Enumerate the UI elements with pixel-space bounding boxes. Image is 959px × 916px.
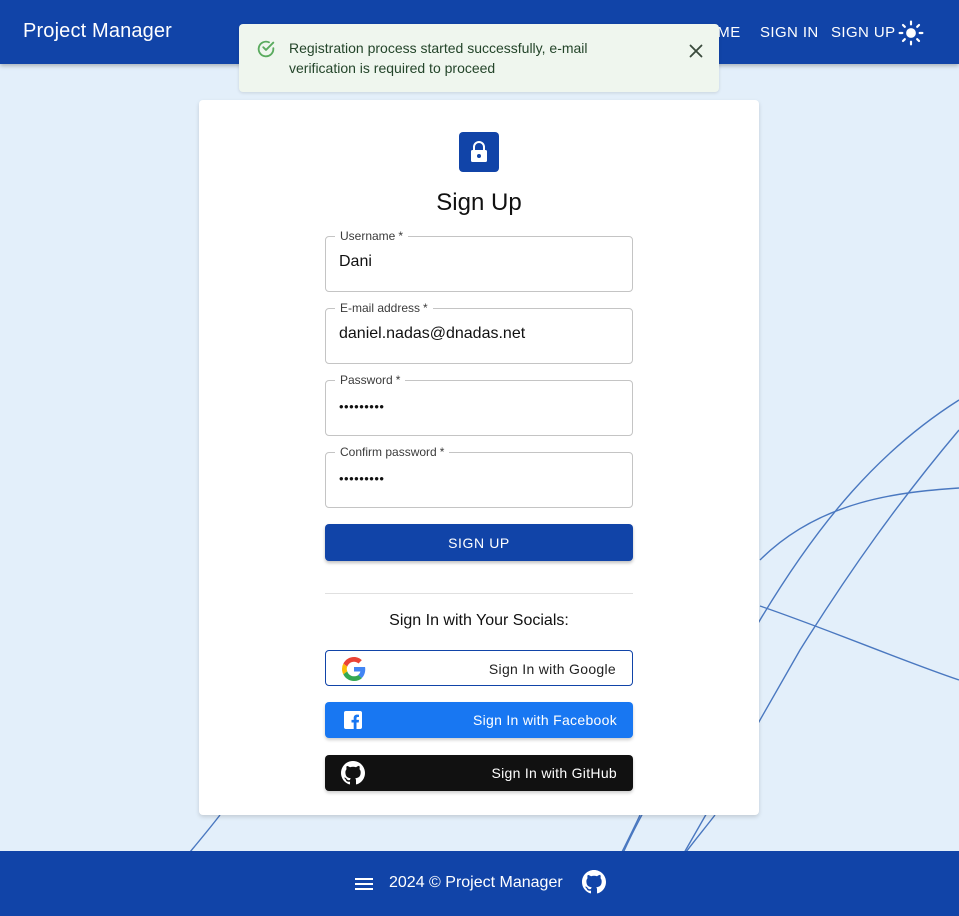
- password-label: Password *: [335, 372, 406, 388]
- close-icon[interactable]: [685, 40, 707, 62]
- sun-icon[interactable]: [898, 20, 924, 46]
- google-sign-in-button[interactable]: Sign In with Google: [325, 650, 633, 686]
- github-icon[interactable]: [582, 870, 606, 894]
- copyright-text: 2024 © Project Manager: [389, 874, 563, 891]
- github-sign-in-label: Sign In with GitHub: [491, 765, 617, 781]
- github-icon: [341, 761, 365, 785]
- toast-message: Registration process started successfull…: [289, 40, 588, 76]
- socials-title: Sign In with Your Socials:: [389, 612, 569, 629]
- password-field: Password *: [325, 372, 633, 436]
- password-input[interactable]: [339, 399, 619, 414]
- email-input[interactable]: [339, 325, 619, 343]
- sign-up-button[interactable]: SIGN UP: [325, 524, 633, 561]
- username-label: Username *: [335, 228, 409, 244]
- facebook-sign-in-button[interactable]: Sign In with Facebook: [325, 702, 633, 738]
- email-field: E-mail address *: [325, 300, 633, 364]
- brand-title[interactable]: Project Manager: [23, 20, 172, 43]
- nav-sign-in-link[interactable]: SIGN IN: [760, 24, 819, 41]
- facebook-icon: [344, 711, 362, 729]
- divider: [325, 593, 633, 594]
- confirm-password-field: Confirm password *: [325, 444, 633, 508]
- google-sign-in-label: Sign In with Google: [488, 661, 616, 677]
- facebook-sign-in-label: Sign In with Facebook: [472, 712, 617, 728]
- footer: 2024 © Project Manager: [0, 851, 959, 916]
- menu-icon[interactable]: [354, 875, 374, 893]
- sign-up-card: Sign Up Username* E-mail address* Passwo…: [199, 100, 759, 815]
- google-icon: [342, 657, 366, 681]
- confirm-password-input[interactable]: [339, 471, 619, 486]
- username-input[interactable]: [339, 253, 619, 271]
- success-toast: Registration process started successfull…: [239, 24, 719, 92]
- confirm-password-label: Confirm password *: [335, 444, 450, 460]
- github-sign-in-button[interactable]: Sign In with GitHub: [325, 755, 633, 791]
- lock-avatar: [459, 132, 499, 172]
- username-field: Username *: [325, 228, 633, 292]
- check-circle-icon: [257, 40, 275, 58]
- nav-sign-up-link[interactable]: SIGN UP: [831, 24, 895, 41]
- email-label: E-mail address *: [335, 300, 433, 316]
- page-title: Sign Up: [436, 189, 522, 216]
- lock-icon: [471, 141, 487, 162]
